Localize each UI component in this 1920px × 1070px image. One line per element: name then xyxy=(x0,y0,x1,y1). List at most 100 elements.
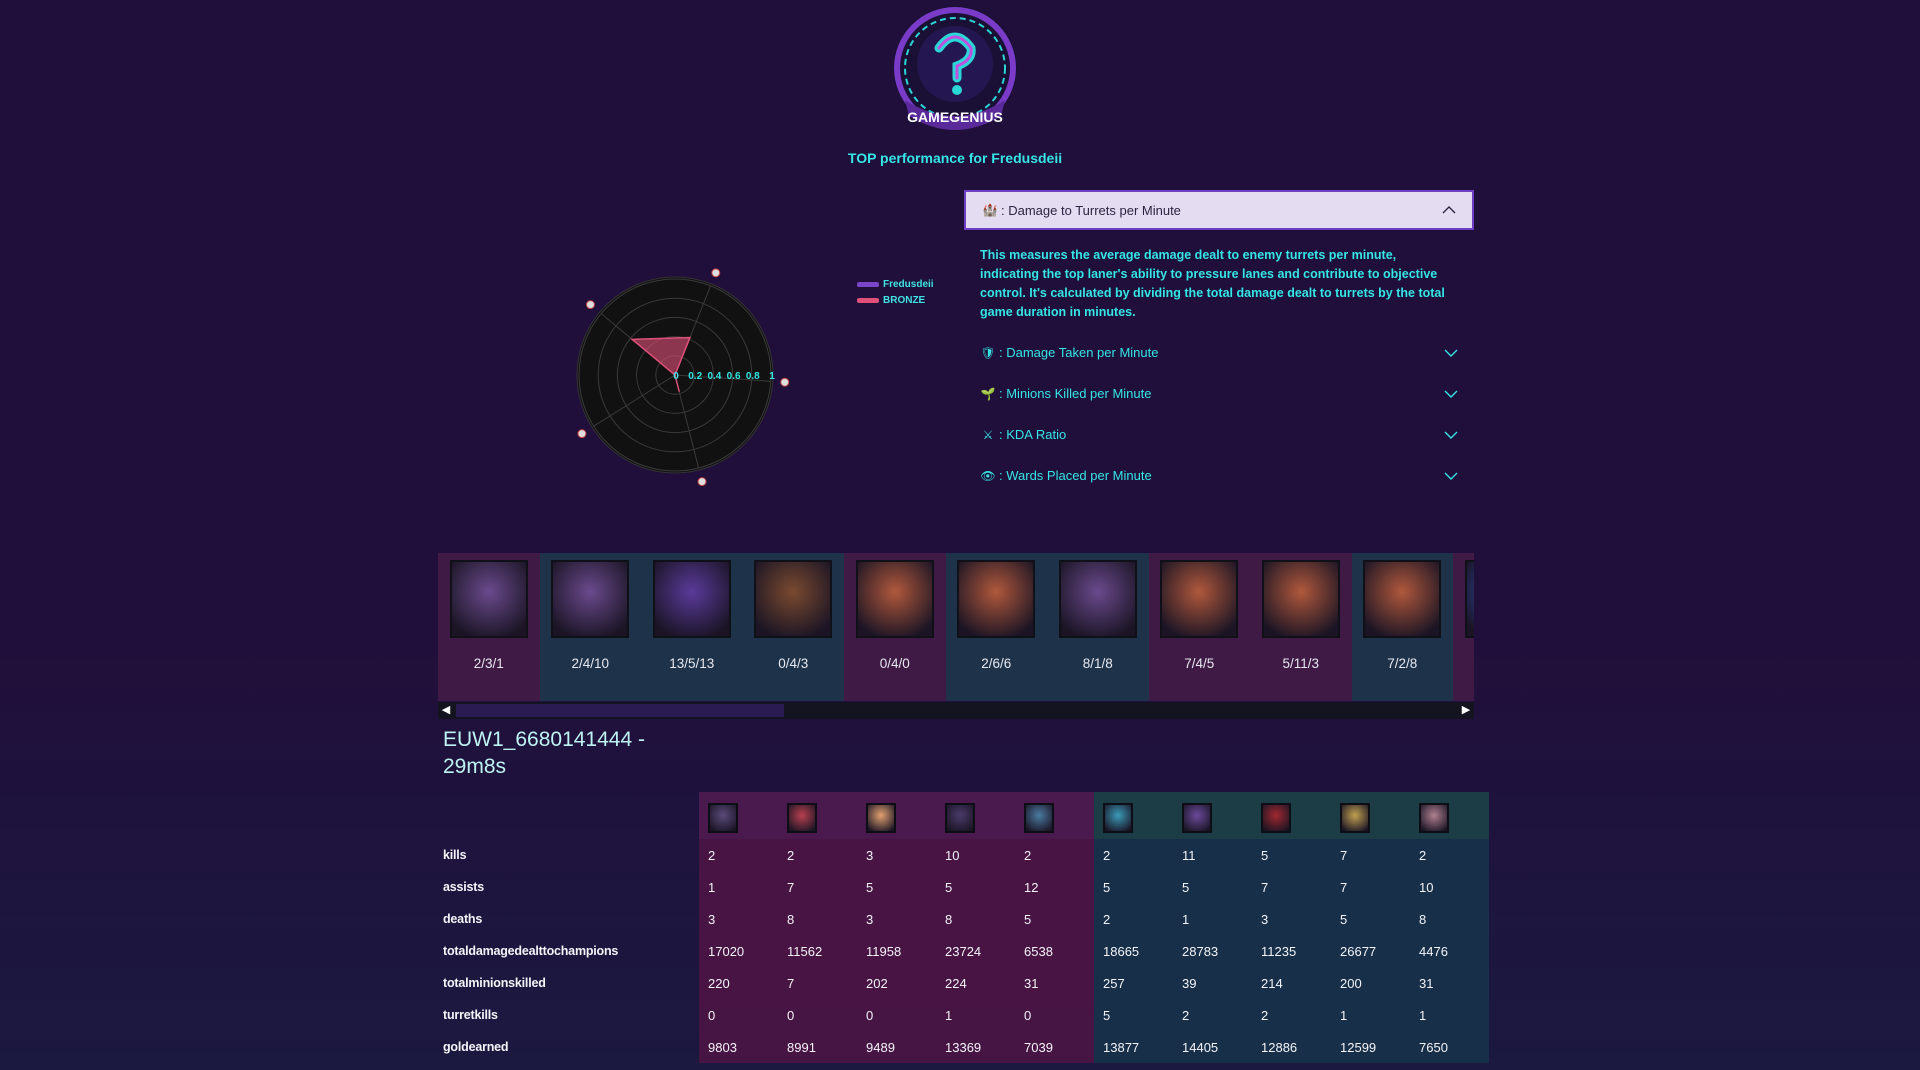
table-row: assists 1 7 5 5 12 5 5 7 7 10 xyxy=(438,871,1489,903)
accordion-header-turret-damage[interactable]: 🏰 : Damage to Turrets per Minute xyxy=(964,190,1474,230)
legend-item-player[interactable]: Fredusdeii xyxy=(857,276,934,292)
table-cell: 13877 xyxy=(1094,1031,1173,1063)
table-cell: 2 xyxy=(1015,839,1094,871)
row-label: assists xyxy=(443,880,484,894)
table-cell: 2 xyxy=(1410,839,1489,871)
match-card[interactable]: 0/4/0 xyxy=(844,553,946,701)
table-cell: 5 xyxy=(1252,839,1331,871)
table-cell: 1 xyxy=(936,999,1015,1031)
chevron-down-icon xyxy=(1444,390,1458,398)
accordion-item-shield[interactable]: 🛡: Damage Taken per Minute xyxy=(964,332,1474,373)
match-card[interactable]: 13/5/13 xyxy=(641,553,743,701)
radar-tick-label: 1 xyxy=(769,371,775,382)
match-card[interactable]: 5/11/3 xyxy=(1250,553,1352,701)
champion-portrait xyxy=(449,560,528,638)
table-cell: 5 xyxy=(1094,999,1173,1031)
table-cell: 7 xyxy=(778,871,857,903)
champion-header-cell xyxy=(936,792,1015,839)
eye-icon xyxy=(697,477,707,487)
table-cell: 10 xyxy=(936,839,1015,871)
champion-portrait xyxy=(1058,560,1137,638)
scroll-left-icon[interactable]: ◀ xyxy=(438,702,454,719)
champion-icon xyxy=(1103,802,1133,833)
champion-header-cell xyxy=(1252,792,1331,839)
table-cell: 7 xyxy=(778,967,857,999)
table-cell: 202 xyxy=(857,967,936,999)
chevron-down-icon xyxy=(1444,349,1458,357)
table-cell: 12886 xyxy=(1252,1031,1331,1063)
swords-icon xyxy=(577,429,587,439)
champion-header-cell xyxy=(778,792,857,839)
champion-header-cell xyxy=(1331,792,1410,839)
champion-portrait xyxy=(1464,560,1474,638)
scrollbar-thumb[interactable] xyxy=(456,704,784,717)
row-label: turretkills xyxy=(443,1008,498,1022)
radar-legend[interactable]: Fredusdeii BRONZE xyxy=(857,276,934,308)
table-cell: 5 xyxy=(936,871,1015,903)
champion-header-cell xyxy=(857,792,936,839)
metrics-accordion: 🏰 : Damage to Turrets per Minute This me… xyxy=(964,190,1474,496)
table-cell: 5 xyxy=(1173,871,1252,903)
row-label: totalminionskilled xyxy=(443,976,546,990)
match-kda: 8/1/8 xyxy=(1082,656,1113,671)
table-cell: 11235 xyxy=(1252,935,1331,967)
table-cell: 257 xyxy=(1094,967,1173,999)
match-carousel[interactable]: 2/3/1 2/4/10 13/5/13 0/4/3 0/4/0 2/6/6 8/1/8 7/… xyxy=(438,553,1474,701)
accordion-item-eye[interactable]: 👁: Wards Placed per Minute xyxy=(964,455,1474,496)
champion-portrait xyxy=(652,560,731,638)
table-cell: 12599 xyxy=(1331,1031,1410,1063)
radar-tick-label: 0.6 xyxy=(727,371,741,382)
table-cell: 200 xyxy=(1331,967,1410,999)
table-cell: 2 xyxy=(1252,999,1331,1031)
match-card[interactable]: 7/2/8 xyxy=(1351,553,1453,701)
table-cell: 224 xyxy=(936,967,1015,999)
table-cell: 11 xyxy=(1173,839,1252,871)
match-card[interactable]: 8/1/8 xyxy=(1047,553,1149,701)
table-cell: 3 xyxy=(857,839,936,871)
table-row: kills 2 2 3 10 2 2 11 5 7 2 xyxy=(438,839,1489,871)
chevron-down-icon xyxy=(1444,431,1458,439)
table-cell: 5 xyxy=(857,871,936,903)
match-kda: 2/3/1 xyxy=(473,656,504,671)
match-card[interactable]: 2/4/10 xyxy=(539,553,641,701)
table-cell: 1 xyxy=(1173,903,1252,935)
accordion-item-minion[interactable]: 🌱: Minions Killed per Minute xyxy=(964,373,1474,414)
table-cell: 7650 xyxy=(1410,1031,1489,1063)
table-cell: 4476 xyxy=(1410,935,1489,967)
carousel-scrollbar[interactable]: ◀ ▶ xyxy=(438,702,1474,719)
champion-icon xyxy=(1419,802,1449,833)
radar-tick-label: 0.4 xyxy=(707,371,721,382)
champion-portrait xyxy=(551,560,630,638)
match-card[interactable]: 2/3/1 xyxy=(438,553,540,701)
match-kda: 0/4/0 xyxy=(879,656,910,671)
table-row: turretkills 0 0 0 1 0 5 2 2 1 1 xyxy=(438,999,1489,1031)
match-kda: 7/2/8 xyxy=(1387,656,1418,671)
table-cell: 5 xyxy=(1094,871,1173,903)
table-cell: 28783 xyxy=(1173,935,1252,967)
table-cell: 31 xyxy=(1410,967,1489,999)
table-cell: 7 xyxy=(1331,871,1410,903)
accordion-item-swords[interactable]: ⚔: KDA Ratio xyxy=(964,414,1474,455)
row-label: kills xyxy=(443,848,467,862)
legend-item-rank[interactable]: BRONZE xyxy=(857,292,934,308)
table-cell: 0 xyxy=(857,999,936,1031)
match-card[interactable]: 0/4/3 xyxy=(742,553,844,701)
match-card[interactable]: 7/4/5 xyxy=(1148,553,1250,701)
table-cell: 0 xyxy=(1015,999,1094,1031)
table-cell: 11562 xyxy=(778,935,857,967)
match-card[interactable] xyxy=(1453,553,1474,701)
minion-icon xyxy=(585,300,595,310)
table-cell: 2 xyxy=(1094,839,1173,871)
turret-icon xyxy=(780,377,790,387)
scroll-right-icon[interactable]: ▶ xyxy=(1458,702,1474,719)
table-cell: 18665 xyxy=(1094,935,1173,967)
champion-icon xyxy=(1182,802,1212,833)
legend-swatch-rank xyxy=(857,297,879,303)
accordion-item-label: : Damage Taken per Minute xyxy=(999,345,1159,360)
table-cell: 9489 xyxy=(857,1031,936,1063)
champion-portrait xyxy=(957,560,1036,638)
match-card[interactable]: 2/6/6 xyxy=(945,553,1047,701)
match-kda: 2/6/6 xyxy=(981,656,1012,671)
table-cell: 214 xyxy=(1252,967,1331,999)
radar-tick-label: 0.2 xyxy=(688,371,702,382)
